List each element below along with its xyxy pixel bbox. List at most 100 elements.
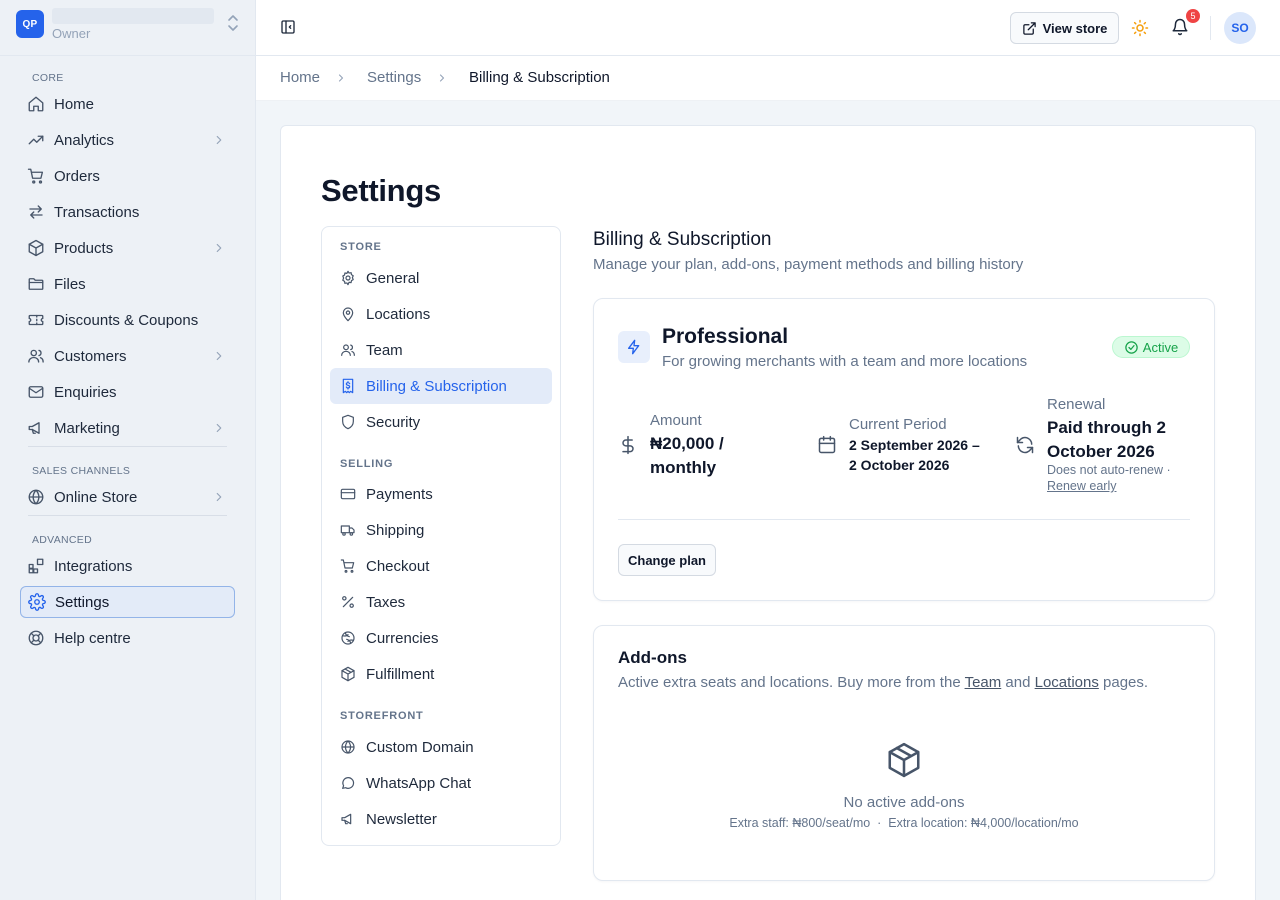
megaphone-icon xyxy=(27,419,45,437)
change-plan-button[interactable]: Change plan xyxy=(618,544,716,576)
empty-state-title: No active add-ons xyxy=(843,794,965,811)
team-link[interactable]: Team xyxy=(965,674,1002,691)
receipt-dollar-icon xyxy=(340,378,356,394)
settings-item-label: Newsletter xyxy=(366,810,437,828)
calendar-icon xyxy=(817,435,837,455)
avatar[interactable]: SO xyxy=(1224,12,1256,44)
nav-divider xyxy=(28,446,227,447)
settings-item-label: Locations xyxy=(366,305,431,323)
amount-value-line1: ₦20,000 / xyxy=(650,434,724,453)
addons-subtitle-prefix: Active extra seats and locations. Buy mo… xyxy=(618,674,965,691)
sidebar-item-label: Settings xyxy=(55,593,110,611)
settings-item-team[interactable]: Team xyxy=(330,332,552,368)
settings-item-currencies[interactable]: Currencies xyxy=(330,620,552,656)
sidebar-item-label: Customers xyxy=(54,347,127,365)
breadcrumb-settings[interactable]: Settings xyxy=(367,69,421,86)
settings-item-shipping[interactable]: Shipping xyxy=(330,512,552,548)
renewal-label: Renewal xyxy=(1047,396,1106,413)
store-switcher[interactable]: QP Owner xyxy=(16,8,240,44)
shield-icon xyxy=(340,414,356,430)
gear-icon xyxy=(340,270,356,286)
sidebar-item-products[interactable]: Products xyxy=(20,232,235,264)
plan-divider xyxy=(618,519,1190,520)
notification-badge: 5 xyxy=(1186,9,1200,23)
external-link-icon xyxy=(1022,21,1037,36)
renewal-note: Does not auto-renew · xyxy=(1047,463,1171,477)
sidebar-item-label: Analytics xyxy=(54,131,115,149)
settings-item-billing[interactable]: Billing & Subscription xyxy=(330,368,552,404)
chevron-up-down-icon xyxy=(226,14,240,32)
status-label: Active xyxy=(1142,339,1179,355)
sidebar-item-files[interactable]: Files xyxy=(20,268,235,300)
settings-item-whatsapp[interactable]: WhatsApp Chat xyxy=(330,765,552,801)
period-label: Current Period xyxy=(849,416,947,433)
addon-pricing: Extra staff: ₦800/seat/mo · Extra locati… xyxy=(729,816,1079,830)
plan-description: For growing merchants with a team and mo… xyxy=(662,353,1028,370)
store-name-placeholder xyxy=(52,8,214,24)
sidebar-item-discounts[interactable]: Discounts & Coupons xyxy=(20,304,235,336)
coins-icon xyxy=(340,630,356,646)
settings-item-locations[interactable]: Locations xyxy=(330,296,552,332)
sidebar-item-home[interactable]: Home xyxy=(20,88,235,120)
sidebar-item-transactions[interactable]: Transactions xyxy=(20,196,235,228)
sidebar-item-label: Home xyxy=(54,95,95,113)
sidebar-item-enquiries[interactable]: Enquiries xyxy=(20,376,235,408)
breadcrumb-current: Billing & Subscription xyxy=(469,69,610,86)
mail-icon xyxy=(27,383,45,401)
settings-item-payments[interactable]: Payments xyxy=(330,476,552,512)
sidebar-item-label: Discounts & Coupons xyxy=(54,311,199,329)
settings-item-fulfillment[interactable]: Fulfillment xyxy=(330,656,552,692)
sun-icon[interactable] xyxy=(1131,19,1149,37)
sidebar-item-customers[interactable]: Customers xyxy=(20,340,235,372)
sidebar-toggle-icon[interactable] xyxy=(280,19,296,35)
sidebar-item-settings[interactable]: Settings xyxy=(20,586,235,618)
settings-item-label: Billing & Subscription xyxy=(366,377,507,395)
chevron-right-icon xyxy=(212,133,226,147)
folder-icon xyxy=(27,275,45,293)
sidebar-item-orders[interactable]: Orders xyxy=(20,160,235,192)
settings-item-label: Shipping xyxy=(366,521,425,539)
chevron-right-icon xyxy=(436,72,448,84)
store-logo: QP xyxy=(16,10,44,38)
settings-item-label: Team xyxy=(366,341,403,359)
gear-icon xyxy=(28,593,46,611)
addons-title: Add-ons xyxy=(618,648,687,667)
breadcrumb-home[interactable]: Home xyxy=(280,69,320,86)
truck-icon xyxy=(340,522,356,538)
home-icon xyxy=(27,95,45,113)
sidebar-item-help[interactable]: Help centre xyxy=(20,622,235,654)
settings-item-security[interactable]: Security xyxy=(330,404,552,440)
arrows-left-right-icon xyxy=(27,203,45,221)
nav-group-sales: SALES CHANNELS xyxy=(32,465,131,477)
renew-early-link[interactable]: Renew early xyxy=(1047,479,1116,493)
box-icon xyxy=(27,239,45,257)
sidebar-item-label: Help centre xyxy=(54,629,131,647)
settings-item-custom-domain[interactable]: Custom Domain xyxy=(330,729,552,765)
sidebar-item-label: Enquiries xyxy=(54,383,117,401)
sidebar-item-integrations[interactable]: Integrations xyxy=(20,550,235,582)
nav-divider xyxy=(28,515,227,516)
settings-item-general[interactable]: General xyxy=(330,260,552,296)
sidebar-item-analytics[interactable]: Analytics xyxy=(20,124,235,156)
chevron-right-icon xyxy=(212,490,226,504)
chevron-right-icon xyxy=(335,72,347,84)
users-icon xyxy=(340,342,356,358)
package-icon xyxy=(340,666,356,682)
period-value-line2: 2 October 2026 xyxy=(849,457,950,473)
settings-item-label: General xyxy=(366,269,420,287)
page-title: Settings xyxy=(321,173,441,208)
sidebar-item-online-store[interactable]: Online Store xyxy=(20,481,235,513)
settings-item-checkout[interactable]: Checkout xyxy=(330,548,552,584)
chevron-right-icon xyxy=(212,349,226,363)
settings-item-taxes[interactable]: Taxes xyxy=(330,584,552,620)
view-store-label: View store xyxy=(1042,20,1108,36)
locations-link[interactable]: Locations xyxy=(1035,674,1099,691)
refresh-icon xyxy=(1015,435,1035,455)
bell-icon[interactable] xyxy=(1171,18,1189,36)
ticket-icon xyxy=(27,311,45,329)
sidebar-item-label: Online Store xyxy=(54,488,138,506)
settings-item-newsletter[interactable]: Newsletter xyxy=(330,801,552,837)
sidebar-item-label: Products xyxy=(54,239,114,257)
sidebar-item-marketing[interactable]: Marketing xyxy=(20,412,235,444)
view-store-button[interactable]: View store xyxy=(1010,12,1119,44)
